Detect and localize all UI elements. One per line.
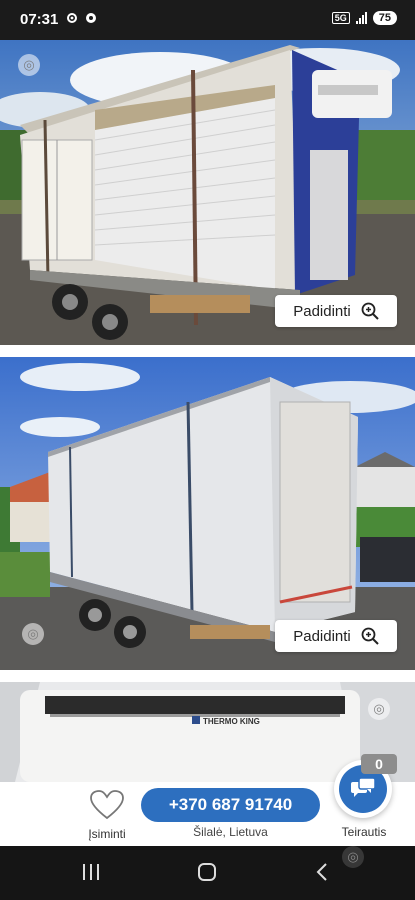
zoom-button-1[interactable]: Padidinti: [275, 295, 397, 327]
listing-photo-2[interactable]: ◎ Padidinti: [0, 357, 415, 670]
favorite-label: Įsiminti: [88, 827, 126, 841]
zoom-label: Padidinti: [293, 302, 351, 320]
listing-photo-1[interactable]: ◎ Padidinti: [0, 40, 415, 345]
home-icon[interactable]: [197, 862, 217, 882]
status-time: 07:31: [20, 11, 59, 28]
system-nav-bar: ◎: [0, 846, 415, 900]
status-notification-icons: [66, 11, 97, 26]
back-icon[interactable]: [315, 862, 329, 882]
zoom-label: Padidinti: [293, 627, 351, 645]
watermark-icon: ◎: [22, 623, 44, 645]
call-button[interactable]: +370 687 91740: [141, 788, 320, 822]
thermo-king-label: THERMO KING: [203, 717, 260, 726]
chat-icon: [351, 777, 376, 797]
watermark-icon: ◎: [18, 54, 40, 76]
battery-indicator: 75: [372, 11, 397, 25]
zoom-icon: [361, 627, 379, 645]
gear-icon: [85, 13, 96, 23]
signal-icon: [355, 12, 367, 24]
favorite-button[interactable]: Įsiminti: [82, 790, 132, 841]
status-right-icons: 5G 75: [331, 11, 397, 25]
zoom-icon: [361, 302, 379, 320]
network-badge: 5G: [331, 12, 350, 24]
zoom-button-2[interactable]: Padidinti: [275, 620, 397, 652]
ask-label[interactable]: Teirautis: [330, 825, 398, 839]
settings-icon: [67, 13, 77, 23]
chat-count-badge: 0: [361, 754, 397, 774]
watermark-icon: ◎: [368, 698, 390, 720]
watermark-icon: ◎: [342, 846, 364, 868]
heart-icon: [90, 790, 124, 820]
status-bar: 07:31 5G 75: [0, 0, 415, 40]
location-text: Šilalė, Lietuva: [193, 825, 268, 839]
recent-apps-icon[interactable]: [82, 862, 100, 882]
